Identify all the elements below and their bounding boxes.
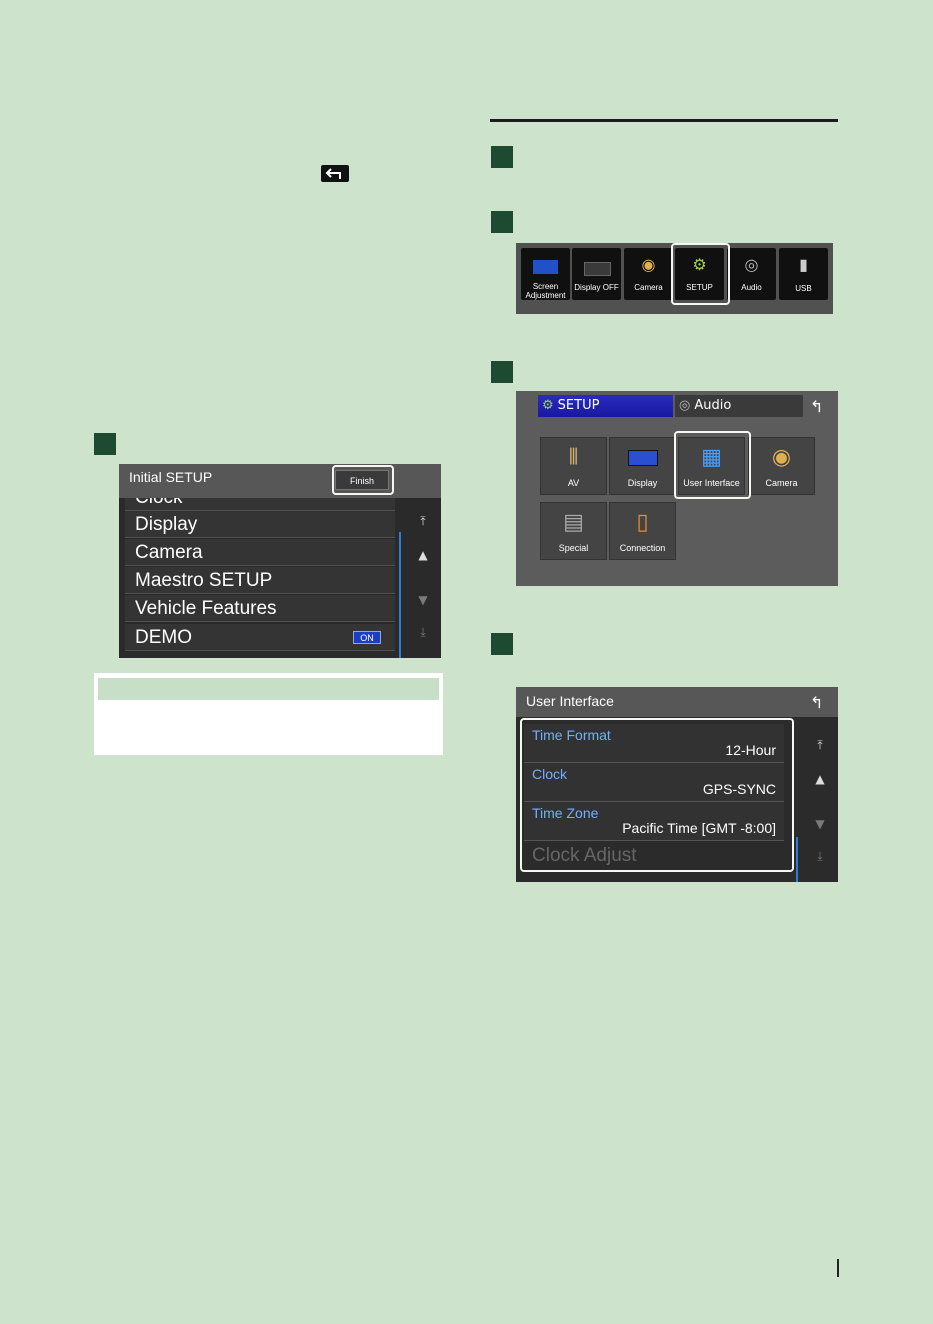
display-off-label: Display OFF [574,283,619,292]
monitor-icon [610,444,675,470]
user-interface-screen: User Interface ↰ Time Format 12-Hour Clo… [516,687,838,882]
page-number-divider [837,1259,839,1277]
tab-audio[interactable]: ◎ Audio [675,395,803,417]
list-item-maestro-setup[interactable]: Maestro SETUP [125,567,395,594]
back-icon-badge [321,165,349,182]
demo-on-badge[interactable]: ON [353,631,381,644]
time-format-label: Time Format [532,727,611,743]
scroll-bottom-icon[interactable]: ⤓ [413,625,433,640]
list-item-vehicle-features[interactable]: Vehicle Features [125,595,395,622]
av-tile[interactable]: ⫴ AV [540,437,607,495]
user-interface-label: User Interface [683,478,740,488]
home-menu-strip: Screen Adjustment Display OFF ◉ Camera ⚙… [516,243,833,314]
step-marker [491,633,513,655]
usb-icon: ▮ [799,257,808,274]
section-rule [490,119,838,122]
clock-value: GPS-SYNC [702,781,776,797]
user-interface-header: User Interface [516,687,838,717]
phone-icon: ▯ [636,509,649,534]
setup-button[interactable]: ⚙ SETUP [675,248,724,300]
camera-icon: ◉ [641,257,656,274]
list-item-clock[interactable]: Clock [125,498,395,511]
screen-adjust-icon [533,260,558,274]
step-marker [94,433,116,455]
back-arrow-icon [325,168,341,179]
list-item-display[interactable]: Display [125,511,395,538]
step-marker [491,146,513,168]
av-label: AV [567,478,580,488]
scroll-bottom-icon[interactable]: ⤓ [810,849,830,864]
time-zone-label: Time Zone [532,805,599,821]
connection-tile[interactable]: ▯ Connection [609,502,676,560]
scroll-up-icon[interactable]: ▲ [413,548,433,562]
clock-label: Clock [532,766,568,782]
initial-setup-screen: Initial SETUP Finish Clock Display Camer… [119,464,441,658]
list-item-demo-label: DEMO [135,627,192,648]
initial-setup-title: Initial SETUP [129,469,213,485]
scrollbar[interactable] [399,532,401,658]
display-label: Display [627,478,658,488]
gear-icon: ⚙ [692,257,707,274]
special-label: Special [558,543,589,553]
connection-label: Connection [619,543,666,553]
scroll-top-icon[interactable]: ⤒ [413,514,433,529]
setup-label: SETUP [686,283,713,292]
tab-audio-label: Audio [694,398,732,413]
gear-icon: ⚙ [542,398,554,413]
scroll-down-icon[interactable]: ▼ [810,817,830,831]
time-format-value: 12-Hour [725,742,776,758]
clock-adjust-item: Clock Adjust [532,845,637,866]
special-icon: ▤ [563,509,584,534]
list-item-demo[interactable]: DEMO ON [125,624,395,651]
audio-label: Audio [741,283,762,292]
display-off-button[interactable]: Display OFF [572,248,621,300]
special-tile[interactable]: ▤ Special [540,502,607,560]
screen-adjustment-label: Screen Adjustment [525,282,566,300]
camera-icon: ◉ [771,444,792,469]
setup-menu-screen: ⚙ SETUP ◎ Audio ↰ ⫴ AV Display ▦ User Inte… [516,391,838,586]
display-off-icon [584,262,611,276]
scroll-up-icon[interactable]: ▲ [810,772,830,786]
back-icon[interactable]: ↰ [810,397,823,416]
finish-button[interactable]: Finish [335,470,389,490]
step-marker [491,211,513,233]
tab-setup-label: SETUP [557,398,600,413]
camera-button[interactable]: ◉ Camera [624,248,673,300]
list-item-camera[interactable]: Camera [125,539,395,566]
user-interface-tile[interactable]: ▦ User Interface [678,437,745,495]
scroll-down-icon[interactable]: ▼ [413,593,433,607]
camera-label: Camera [634,283,663,292]
step-marker [491,361,513,383]
usb-button[interactable]: ▮ USB [779,248,828,300]
note-box [94,673,443,755]
speaker-icon: ◎ [679,398,691,413]
display-tile[interactable]: Display [609,437,676,495]
camera-tile-label: Camera [765,478,798,488]
back-icon[interactable]: ↰ [810,693,823,712]
clock-item[interactable]: Clock GPS-SYNC [524,763,784,802]
time-format-item[interactable]: Time Format 12-Hour [524,724,784,763]
user-interface-title: User Interface [526,693,614,709]
speaker-icon: ◎ [744,257,759,274]
setup-list: Clock Display Camera Maestro SETUP Vehic… [119,498,441,658]
camera-tile[interactable]: ◉ Camera [748,437,815,495]
av-cables-icon: ⫴ [568,444,579,469]
screen-adjustment-button[interactable]: Screen Adjustment [521,248,570,300]
scrollbar[interactable] [796,837,798,882]
usb-label: USB [795,284,812,293]
time-zone-item[interactable]: Time Zone Pacific Time [GMT -8:00] [524,802,784,841]
note-header-bar [98,678,439,700]
initial-setup-header: Initial SETUP Finish [119,464,441,498]
scroll-top-icon[interactable]: ⤒ [810,738,830,753]
time-zone-value: Pacific Time [GMT -8:00] [622,820,776,836]
user-interface-icon: ▦ [701,444,722,469]
tab-setup[interactable]: ⚙ SETUP [538,395,673,417]
audio-button[interactable]: ◎ Audio [727,248,776,300]
